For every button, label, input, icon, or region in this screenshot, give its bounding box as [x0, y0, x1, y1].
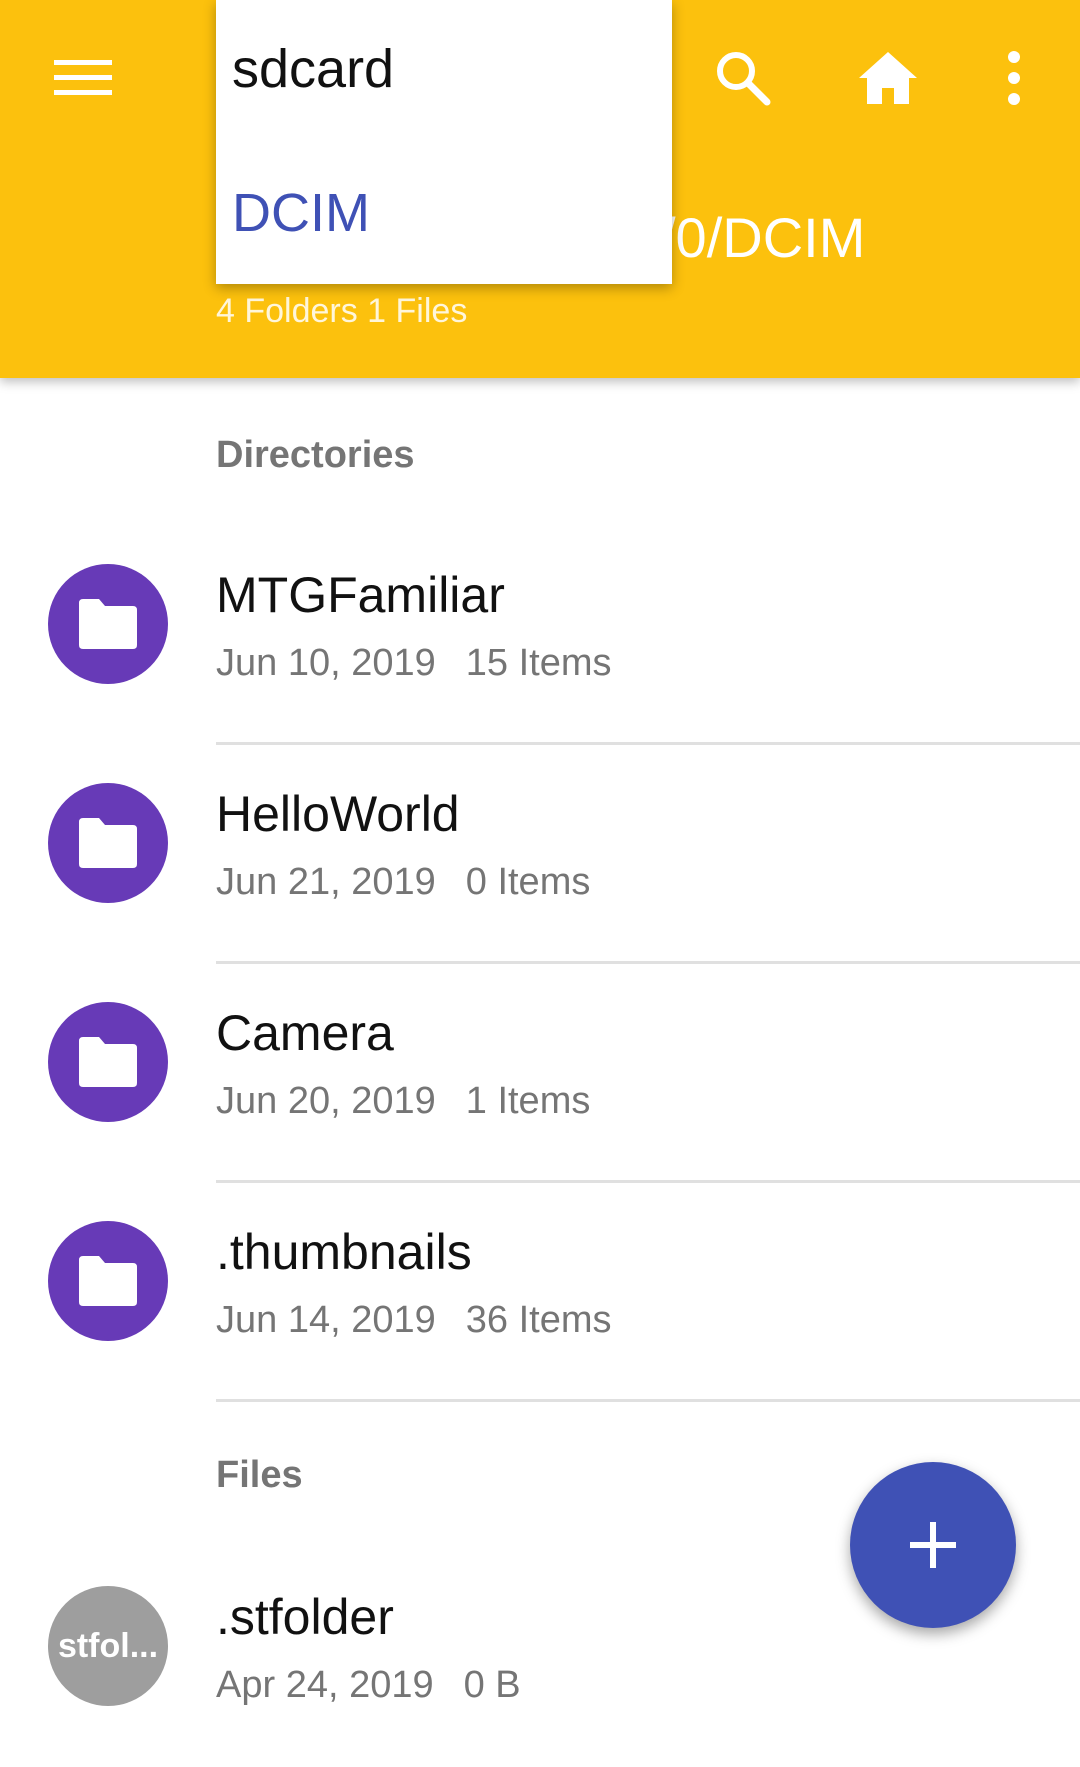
directories-header: Directories — [216, 434, 415, 476]
file-avatar: stfol... — [48, 1586, 168, 1706]
file-size: 0 B — [463, 1664, 521, 1706]
divider — [216, 1399, 1080, 1402]
folder-name: Camera — [216, 1005, 394, 1061]
more-vert-icon — [1008, 51, 1020, 105]
folder-date: Jun 21, 2019 — [216, 861, 436, 903]
folder-name: .thumbnails — [216, 1224, 472, 1280]
list-item[interactable]: HelloWorld Jun 21, 2019 0 Items — [0, 745, 1080, 964]
folder-item-count: 1 Items — [465, 1080, 591, 1122]
folder-icon — [79, 818, 137, 868]
list-item[interactable]: .thumbnails Jun 14, 2019 36 Items — [0, 1183, 1080, 1402]
folder-meta: Jun 14, 2019 36 Items — [216, 1299, 611, 1342]
folder-item-count: 15 Items — [465, 642, 612, 684]
folder-avatar — [48, 1221, 168, 1341]
folder-item-count: 0 Items — [465, 861, 591, 903]
breadcrumb-item-dcim[interactable]: DCIM — [232, 182, 370, 244]
folder-avatar — [48, 1002, 168, 1122]
plus-icon — [910, 1522, 956, 1568]
folder-meta: Jun 20, 2019 1 Items — [216, 1080, 590, 1123]
folder-icon — [79, 599, 137, 649]
breadcrumb-dropdown: sdcard DCIM — [216, 0, 672, 284]
home-button[interactable] — [838, 28, 938, 128]
folder-icon — [79, 1256, 137, 1306]
folder-date: Jun 14, 2019 — [216, 1299, 436, 1341]
folder-name: HelloWorld — [216, 786, 460, 842]
search-button[interactable] — [693, 28, 793, 128]
folder-date: Jun 20, 2019 — [216, 1080, 436, 1122]
current-path: /0/DCIM — [660, 206, 866, 269]
menu-button[interactable] — [34, 28, 134, 128]
file-date: Apr 24, 2019 — [216, 1664, 434, 1706]
files-header: Files — [216, 1454, 303, 1496]
search-icon — [717, 52, 771, 106]
folder-summary: 4 Folders 1 Files — [216, 292, 468, 330]
breadcrumb-item-sdcard[interactable]: sdcard — [232, 38, 394, 100]
file-name: .stfolder — [216, 1589, 394, 1645]
folder-avatar — [48, 783, 168, 903]
list-item[interactable]: Camera Jun 20, 2019 1 Items — [0, 964, 1080, 1183]
folder-meta: Jun 10, 2019 15 Items — [216, 642, 611, 685]
more-options-button[interactable] — [964, 28, 1064, 128]
folder-name: MTGFamiliar — [216, 567, 505, 623]
folder-icon — [79, 1037, 137, 1087]
add-fab-button[interactable] — [850, 1462, 1016, 1628]
menu-icon — [54, 60, 112, 95]
list-item[interactable]: MTGFamiliar Jun 10, 2019 15 Items — [0, 526, 1080, 745]
folder-item-count: 36 Items — [465, 1299, 612, 1341]
file-meta: Apr 24, 2019 0 B — [216, 1664, 521, 1707]
folder-meta: Jun 21, 2019 0 Items — [216, 861, 590, 904]
folder-avatar — [48, 564, 168, 684]
home-icon — [859, 52, 917, 104]
folder-date: Jun 10, 2019 — [216, 642, 436, 684]
